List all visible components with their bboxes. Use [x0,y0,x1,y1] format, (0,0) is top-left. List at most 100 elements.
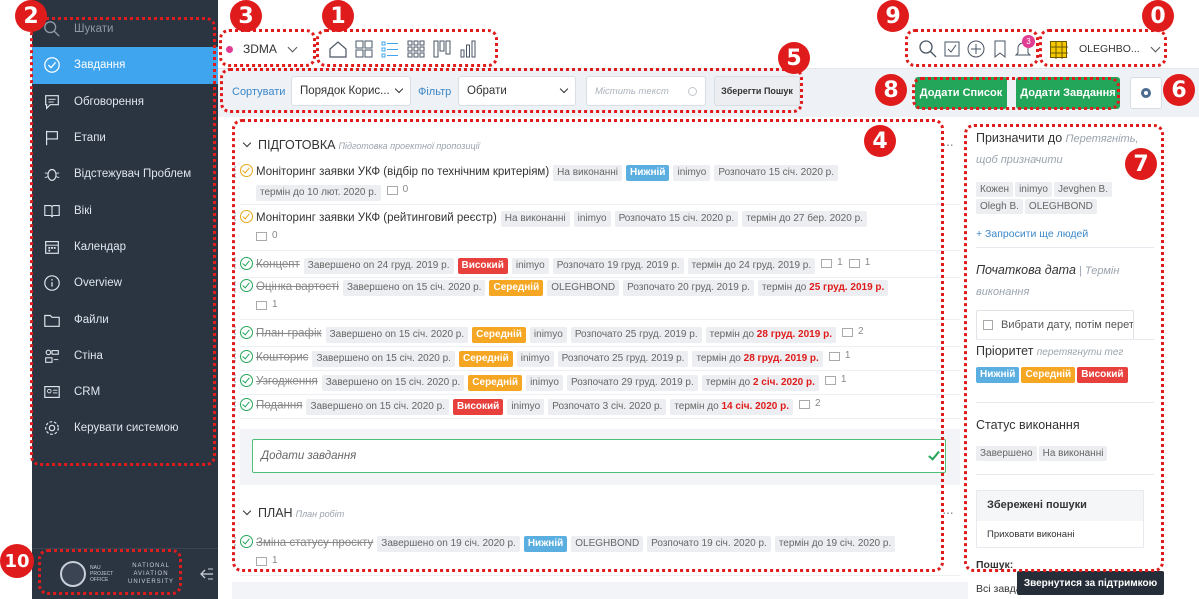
comments-count[interactable]: 0 [256,227,278,245]
bookmark-icon[interactable] [990,39,1010,59]
task-item[interactable]: Кошторис Завершено on 15 січ. 2020 р. Сере… [234,347,960,371]
comments-count[interactable]: 2 [841,323,864,341]
add-list-button[interactable]: Додати Список [915,77,1007,109]
priority-chip-medium[interactable]: Середній [1021,367,1076,383]
section-menu-icon[interactable]: ··· [942,504,954,520]
task-item[interactable]: Моніторинг заявки УКФ (рейтинговий реєст… [234,209,960,251]
priority-chip-high[interactable]: Високий [1077,367,1128,383]
sidebar-item-calendar[interactable]: Календар [32,229,218,265]
search-icon[interactable] [918,39,938,59]
task-title[interactable]: Моніторинг заявки УКФ (рейтинговий реєст… [256,212,497,224]
task-done-icon[interactable] [240,397,253,411]
sidebar-item-files[interactable]: Файли [32,301,218,337]
project-selector[interactable]: ЗDMA [226,39,314,59]
task-pending-icon[interactable] [240,210,253,223]
sidebar-item-discussions[interactable]: Обговорення [32,84,218,120]
save-search-button[interactable]: Зберегти Пошук [714,76,800,106]
task-item[interactable]: Концепт Завершено on 24 груд. 2019 р. Висо… [234,254,960,278]
drag-handle[interactable] [234,326,238,338]
task-title[interactable]: Подання [256,400,302,412]
sidebar-item-issue-tracker[interactable]: Відстежувач Проблем [32,156,218,192]
task-title[interactable]: Узгодження [256,376,318,388]
confirm-check-icon[interactable] [928,447,940,461]
list-view-icon[interactable] [380,39,400,59]
settings-button[interactable] [1130,77,1162,109]
section-header[interactable]: ПЛАН План робіт [242,506,344,520]
task-title[interactable]: Оцінка вартості [256,281,339,293]
task-item[interactable]: Узгодження Завершено on 15 січ. 2020 р. Се… [234,371,960,395]
comments-count[interactable]: 2 [799,395,821,413]
comments-count[interactable]: 1 [256,552,278,570]
task-item[interactable]: Зміна статусу проєкту Завершено on 19 січ… [234,534,960,576]
sort-select[interactable]: Порядок Корис... [291,76,411,106]
date-separator: | [1075,265,1085,277]
task-done-icon[interactable] [240,325,253,339]
task-done-icon[interactable] [240,349,253,363]
sidebar-item-wall[interactable]: Стіна [32,338,218,374]
task-item[interactable]: Моніторинг заявки УКФ (відбір по технічн… [234,163,960,205]
task-item[interactable]: Оцінка вартості Завершено on 15 січ. 2020… [234,278,960,320]
comments-count[interactable]: 1 [824,371,846,389]
task-item[interactable]: Подання Завершено on 15 січ. 2020 р. Висок… [234,395,960,419]
comments-count[interactable]: 0 [386,181,408,199]
assignee-chip[interactable]: Jevghen B. [1053,182,1113,197]
drag-handle[interactable] [234,398,238,410]
task-pending-icon[interactable] [240,164,253,177]
list-footer-strip [232,582,968,599]
drag-handle[interactable] [234,374,238,386]
sidebar-item-tasks[interactable]: Завдання [32,47,218,84]
add-task-button[interactable]: Додати Завдання [1016,77,1120,109]
text-search-input[interactable]: Містить текст [586,76,706,106]
subtasks-count[interactable]: 1 [848,254,870,272]
task-done-icon[interactable] [240,373,253,387]
task-title[interactable]: Кошторис [256,352,308,364]
task-done-icon[interactable] [240,279,253,292]
task-title[interactable]: План-графік [256,328,322,340]
filter-select[interactable]: Обрати [458,76,576,106]
section-header[interactable]: ПІДГОТОВКА Підготовка проектної пропозиці… [242,138,480,152]
add-circle-icon[interactable] [966,39,986,59]
sidebar-item-overview[interactable]: Overview [32,265,218,301]
add-task-input[interactable]: Додати завдання [252,439,946,473]
sidebar-item-wiki[interactable]: Вікі [32,192,218,228]
grid-view-icon[interactable] [354,39,374,59]
assignee-chip[interactable]: inimyo [1015,182,1052,197]
section-menu-icon[interactable]: ··· [942,136,954,152]
support-button[interactable]: Звернутися за підтримкою [1017,571,1164,595]
comments-count[interactable]: 1 [821,254,843,272]
status-chip-in-progress[interactable]: На виконанні [1038,446,1108,461]
sidebar-item-milestones[interactable]: Етапи [32,120,218,156]
tiles-view-icon[interactable] [406,39,426,59]
user-menu[interactable]: OLEGHBO... [1050,38,1162,60]
assignee-chip[interactable]: OLEGHBOND [1024,199,1097,214]
drag-handle[interactable] [234,212,238,224]
task-title[interactable]: Концепт [256,259,300,271]
home-icon[interactable] [328,39,348,59]
invite-people-link[interactable]: + Запросити ще людей [976,228,1156,240]
sidebar-item-search[interactable]: Шукати [32,11,218,47]
sidebar-item-admin[interactable]: Керувати системою [32,410,218,446]
collapse-sidebar-icon[interactable] [196,567,214,581]
task-title[interactable]: Моніторинг заявки УКФ (відбір по технічн… [256,166,549,178]
comments-count[interactable]: 1 [256,296,278,314]
task-done-icon[interactable] [240,256,253,270]
date-picker-input[interactable]: Вибрати дату, потім перет [976,310,1134,340]
status-chip-done[interactable]: Завершено [976,446,1037,461]
priority-chip-low[interactable]: Нижній [976,367,1020,383]
comments-count[interactable]: 1 [828,347,850,365]
chart-view-icon[interactable] [458,39,478,59]
drag-handle[interactable] [234,281,238,293]
drag-handle[interactable] [234,537,238,549]
saved-search-item[interactable]: Приховати виконані [977,521,1143,540]
sidebar-item-crm[interactable]: CRM [32,374,218,410]
drag-handle[interactable] [234,350,238,362]
tasks-check-icon[interactable] [942,39,962,59]
drag-handle[interactable] [234,166,238,178]
drag-handle[interactable] [234,257,238,269]
kanban-view-icon[interactable] [432,39,452,59]
task-title[interactable]: Зміна статусу проєкту [256,537,373,549]
task-item[interactable]: План-графік Завершено on 15 січ. 2020 р. С… [234,323,960,347]
assignee-chip[interactable]: Olegh B. [976,199,1023,214]
assignee-chip[interactable]: Кожен [976,182,1014,197]
task-done-icon[interactable] [240,535,253,548]
